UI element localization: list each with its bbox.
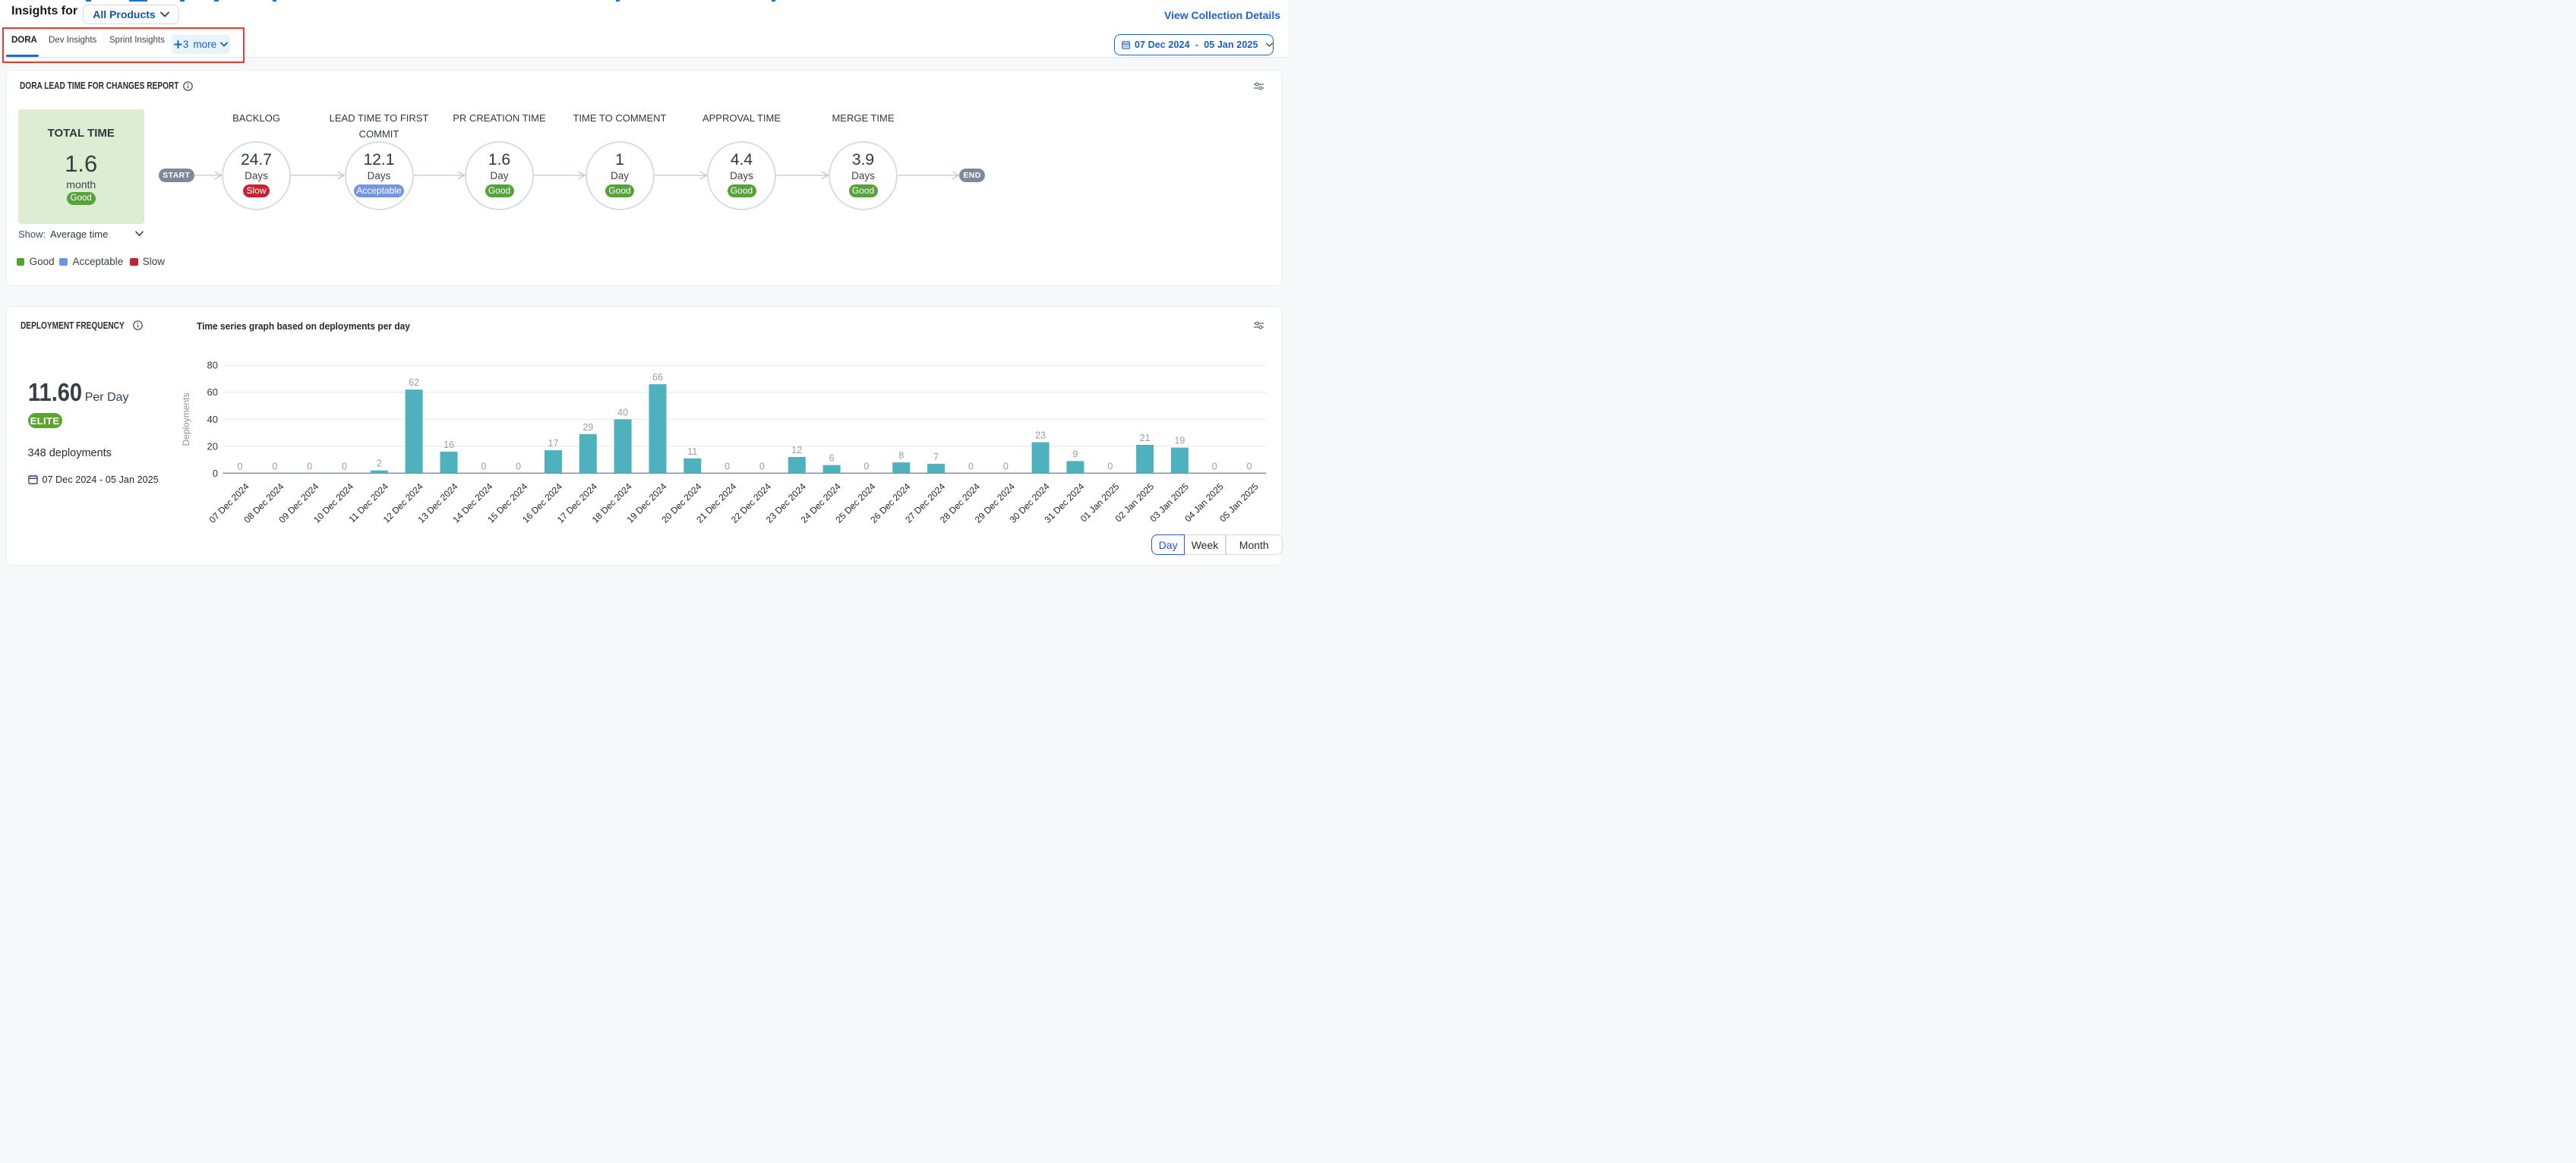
svg-text:29: 29 <box>582 421 593 432</box>
svg-text:0: 0 <box>481 461 486 471</box>
svg-text:0: 0 <box>1003 461 1009 471</box>
svg-text:Deployments: Deployments <box>181 392 191 446</box>
svg-text:40: 40 <box>617 407 628 418</box>
svg-text:0: 0 <box>307 461 312 471</box>
svg-text:0: 0 <box>1212 461 1217 471</box>
svg-text:7: 7 <box>933 451 939 462</box>
svg-text:6: 6 <box>829 452 835 463</box>
svg-text:62: 62 <box>409 377 419 388</box>
svg-text:23: 23 <box>1035 430 1046 440</box>
svg-text:21: 21 <box>1140 433 1151 443</box>
svg-text:0: 0 <box>759 461 765 471</box>
svg-text:0: 0 <box>342 461 347 471</box>
svg-text:11: 11 <box>687 446 697 456</box>
svg-text:16: 16 <box>444 439 454 449</box>
svg-text:0: 0 <box>213 467 218 478</box>
svg-text:40: 40 <box>207 413 218 424</box>
svg-text:0: 0 <box>863 461 869 471</box>
svg-text:2: 2 <box>377 458 382 468</box>
svg-text:20: 20 <box>207 440 218 452</box>
svg-text:0: 0 <box>1247 461 1252 471</box>
svg-text:66: 66 <box>652 372 663 383</box>
svg-text:0: 0 <box>1107 461 1113 471</box>
svg-text:9: 9 <box>1072 449 1078 459</box>
svg-text:0: 0 <box>968 461 974 471</box>
svg-text:80: 80 <box>207 359 218 370</box>
svg-text:19: 19 <box>1174 435 1185 446</box>
svg-text:0: 0 <box>516 461 521 471</box>
svg-text:0: 0 <box>724 461 730 471</box>
svg-text:12: 12 <box>791 445 802 455</box>
svg-text:0: 0 <box>238 461 243 471</box>
svg-text:0: 0 <box>272 461 277 471</box>
svg-text:17: 17 <box>548 438 559 449</box>
svg-text:60: 60 <box>207 386 218 398</box>
svg-text:8: 8 <box>898 450 904 461</box>
